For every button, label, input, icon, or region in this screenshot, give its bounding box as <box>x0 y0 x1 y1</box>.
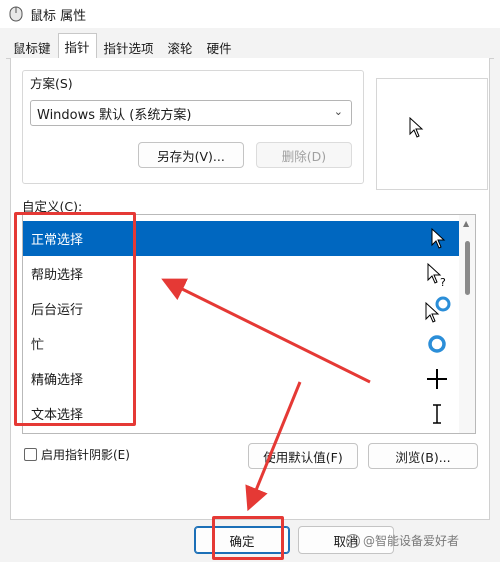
annotation-arrow-to-ok <box>245 381 302 512</box>
annotation-arrows <box>161 278 371 512</box>
annotation-arrow-to-list <box>161 278 371 384</box>
